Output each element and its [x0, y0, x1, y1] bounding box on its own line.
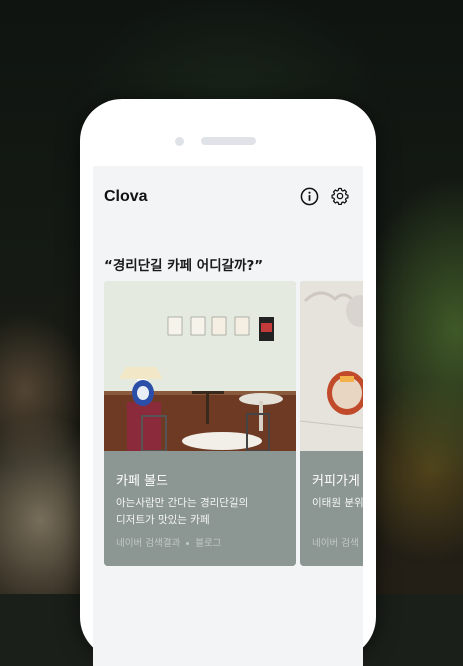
- result-card[interactable]: 카페 볼드 아는사람만 간다는 경리단길의 디저트가 맛있는 카페 네이버 검색…: [104, 281, 296, 566]
- card-title: 커피가게: [312, 474, 360, 489]
- card-description-line: 디저트가 맛있는 카페: [116, 514, 210, 526]
- card-source: 네이버 검색: [312, 538, 359, 549]
- app-title: Clova: [104, 188, 148, 205]
- card-info: 카페 볼드 아는사람만 간다는 경리단길의 디저트가 맛있는 카페 네이버 검색…: [104, 451, 296, 566]
- card-description-line: 아는사람만 간다는 경리단길의: [116, 497, 249, 509]
- meta-separator: [186, 542, 190, 545]
- phone-frame: Clova “경리단길 카페 어디갈까?” 카페 볼드 아는사람만 간다는 경리…: [80, 99, 376, 666]
- card-description: 아는사람만 간다는 경리단길의 디저트가 맛있는 카페: [116, 495, 248, 529]
- card-title: 카페 볼드: [116, 474, 168, 489]
- earpiece-speaker: [201, 137, 256, 145]
- card-description: 이태원 분위: [312, 495, 363, 512]
- result-card[interactable]: 커피가게 이태원 분위 네이버 검색: [300, 281, 363, 566]
- gear-icon[interactable]: [330, 186, 350, 206]
- card-info: 커피가게 이태원 분위 네이버 검색: [300, 451, 363, 566]
- front-camera: [175, 137, 184, 146]
- info-icon[interactable]: [300, 187, 319, 206]
- card-meta: 네이버 검색: [312, 535, 359, 549]
- app-screen: Clova “경리단길 카페 어디갈까?” 카페 볼드 아는사람만 간다는 경리…: [93, 166, 363, 666]
- card-meta: 네이버 검색결과 블로그: [116, 535, 221, 549]
- card-source: 네이버 검색결과: [116, 538, 181, 549]
- card-description-line: 이태원 분위: [312, 497, 363, 509]
- voice-query-text: “경리단길 카페 어디갈까?”: [104, 258, 264, 274]
- cafe-photo: [104, 281, 296, 451]
- dessert-photo: [300, 281, 363, 451]
- card-category: 블로그: [195, 538, 222, 549]
